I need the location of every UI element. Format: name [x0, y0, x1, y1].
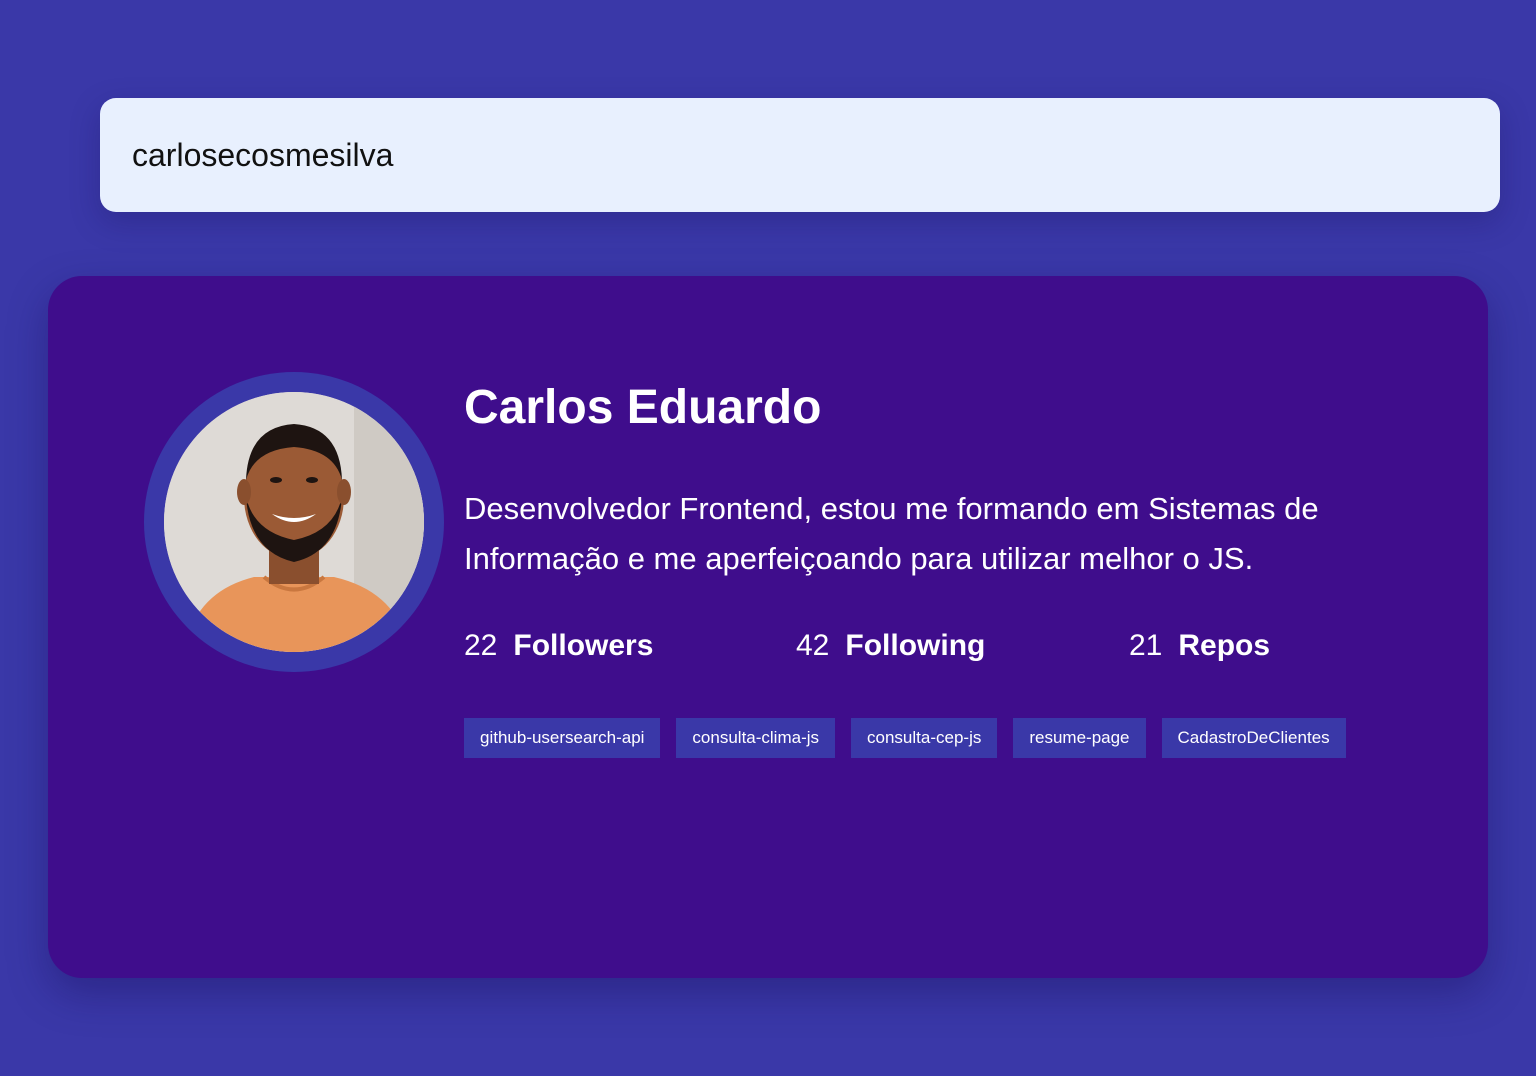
search-box: [100, 98, 1500, 212]
repos-count: 21: [1129, 629, 1163, 662]
following-label: Following: [845, 629, 986, 662]
following-count: 42: [796, 629, 830, 662]
profile-stats: 22 Followers 42 Following 21 Repos: [464, 624, 1424, 668]
repo-link[interactable]: consulta-clima-js: [676, 718, 836, 758]
profile-bio: Desenvolvedor Frontend, estou me formand…: [464, 491, 1319, 576]
avatar: [164, 392, 424, 652]
repo-list: github-usersearch-api consulta-clima-js …: [464, 718, 1414, 758]
repo-link[interactable]: CadastroDeClientes: [1161, 718, 1346, 758]
profile-info: Carlos Eduardo Desenvolvedor Frontend, e…: [464, 376, 1424, 758]
repo-link[interactable]: github-usersearch-api: [464, 718, 661, 758]
following-stat: 42 Following: [796, 629, 1129, 663]
avatar-ring: [144, 372, 444, 672]
profile-name: Carlos Eduardo: [464, 381, 822, 434]
followers-stat: 22 Followers: [464, 629, 796, 663]
repo-link[interactable]: consulta-cep-js: [851, 718, 998, 758]
user-avatar-photo-icon: [164, 392, 424, 652]
repos-stat: 21 Repos: [1129, 629, 1389, 663]
followers-count: 22: [464, 629, 498, 662]
followers-label: Followers: [513, 629, 654, 662]
repo-link[interactable]: resume-page: [1013, 718, 1146, 758]
search-input[interactable]: [132, 136, 1468, 174]
profile-card: Carlos Eduardo Desenvolvedor Frontend, e…: [48, 276, 1488, 978]
repos-label: Repos: [1178, 629, 1271, 662]
